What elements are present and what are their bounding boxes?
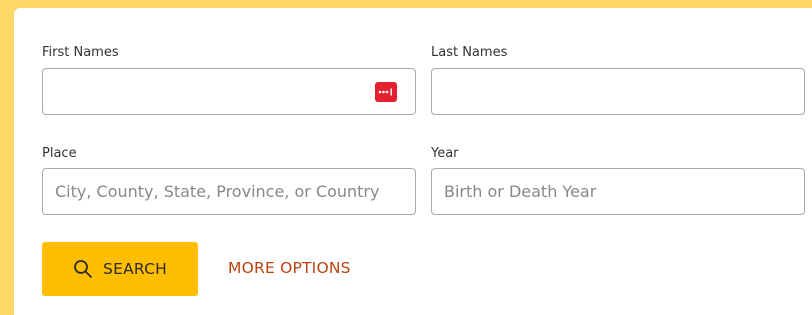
search-icon	[74, 260, 92, 278]
search-button[interactable]: SEARCH	[42, 242, 198, 296]
search-button-label: SEARCH	[103, 260, 167, 278]
search-form-card: First Names Last Names Place Year SEARCH	[14, 8, 812, 315]
last-names-label: Last Names	[431, 45, 508, 60]
password-dots-icon	[378, 88, 392, 96]
year-label: Year	[431, 146, 459, 161]
last-names-input[interactable]	[432, 69, 804, 114]
place-label: Place	[42, 146, 77, 161]
first-names-field[interactable]	[42, 68, 416, 115]
first-names-input[interactable]	[43, 69, 415, 114]
place-input[interactable]	[43, 169, 415, 214]
password-manager-icon[interactable]	[375, 82, 397, 102]
more-options-link[interactable]: MORE OPTIONS	[228, 259, 351, 277]
place-field[interactable]	[42, 168, 416, 215]
first-names-label: First Names	[42, 45, 119, 60]
year-field[interactable]	[431, 168, 805, 215]
year-input[interactable]	[432, 169, 804, 214]
last-names-field[interactable]	[431, 68, 805, 115]
